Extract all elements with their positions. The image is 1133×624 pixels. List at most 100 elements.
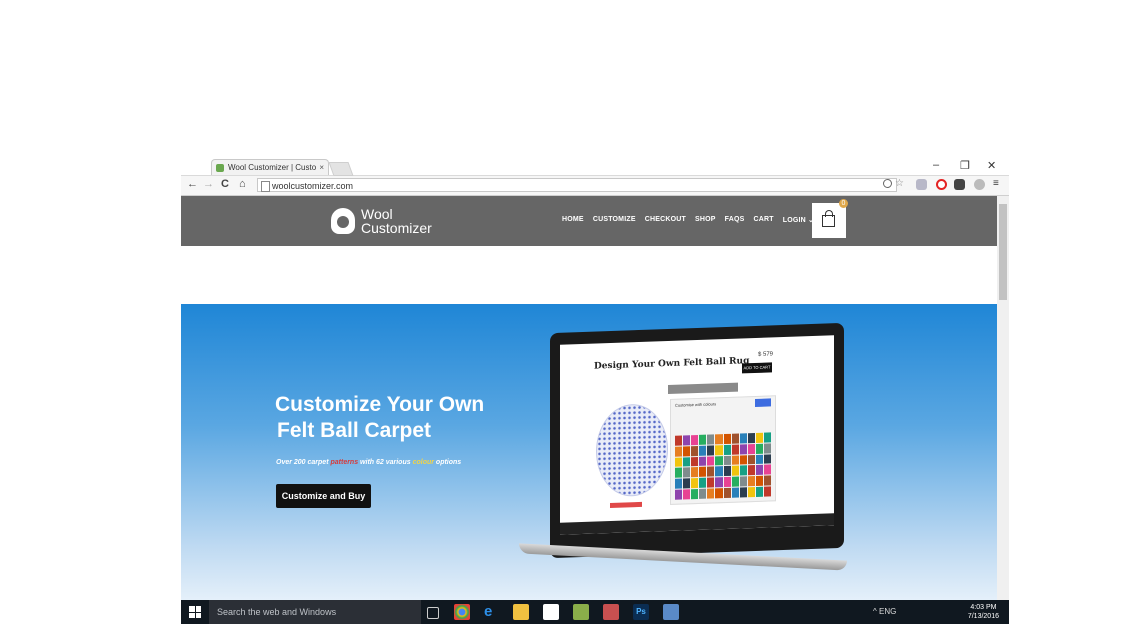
edge-icon[interactable]: e [484, 604, 500, 620]
desktop-screen: Wool Customizer | Custo × – ❐ ✕ ← → C ⌂ … [181, 157, 1009, 624]
back-icon[interactable]: ← [187, 178, 198, 190]
store-icon[interactable] [543, 604, 559, 620]
close-window-button[interactable]: ✕ [987, 159, 996, 172]
colour-swatch [755, 443, 763, 454]
extension-icon[interactable] [974, 179, 985, 190]
colour-swatch [699, 467, 707, 478]
forward-icon[interactable]: → [203, 178, 214, 190]
colour-swatch [683, 456, 691, 467]
colour-swatch [715, 455, 723, 466]
nav-checkout[interactable]: CHECKOUT [645, 216, 686, 224]
star-icon[interactable]: ☆ [895, 179, 906, 190]
nav-customize[interactable]: CUSTOMIZE [593, 216, 636, 224]
nav-login[interactable]: LOGIN ⌄ [783, 216, 814, 224]
reload-icon[interactable]: C [221, 178, 229, 190]
sheep-logo-icon [331, 208, 355, 234]
colour-swatch [763, 475, 771, 486]
colour-swatch [699, 488, 707, 499]
nav-faqs[interactable]: FAQS [725, 216, 745, 224]
menu-icon[interactable]: ≡ [993, 179, 1004, 190]
colour-swatch [715, 466, 723, 477]
colour-swatch [699, 434, 707, 445]
shopping-bag-icon [822, 210, 835, 227]
mockup-panel-button [755, 398, 771, 407]
shield-icon[interactable] [916, 179, 927, 190]
paint-icon[interactable] [603, 604, 619, 620]
mockup-title: Design Your Own Felt Ball Rug [594, 356, 750, 372]
main-nav: HOME CUSTOMIZE CHECKOUT SHOP FAQS CART L… [562, 216, 814, 224]
hero-subtitle: Over 200 carpet patterns with 62 various… [276, 459, 461, 466]
colour-swatch [755, 454, 763, 465]
colour-swatch [747, 476, 755, 487]
colour-swatch [747, 465, 755, 476]
customize-and-buy-button[interactable]: Customize and Buy [276, 484, 371, 508]
tab-title: Wool Customizer | Custo [228, 163, 317, 172]
subtitle-colour: colour [412, 459, 434, 466]
colour-swatch [723, 466, 731, 477]
address-bar[interactable]: woolcustomizer.com [257, 178, 897, 192]
hero-headline-line2: Felt Ball Carpet [277, 419, 432, 442]
task-view-icon[interactable] [427, 607, 439, 619]
vertical-scrollbar[interactable] [997, 196, 1009, 608]
colour-swatch [763, 464, 771, 475]
tab-close-icon[interactable]: × [319, 160, 324, 175]
colour-swatch [723, 433, 731, 444]
colour-swatch [707, 434, 715, 445]
colour-swatch [755, 476, 763, 487]
taskbar-search-box[interactable]: Search the web and Windows [209, 600, 421, 624]
minimize-button[interactable]: – [933, 159, 939, 171]
colour-swatch [747, 443, 755, 454]
colour-swatch [731, 476, 739, 487]
logo-text-line2: Customizer [361, 220, 432, 236]
cart-button[interactable]: 0 [812, 199, 848, 238]
zoom-icon[interactable] [883, 179, 892, 188]
colour-swatch [723, 444, 731, 455]
colour-swatch [731, 444, 739, 455]
clock-date: 7/13/2016 [967, 613, 999, 620]
taskbar-clock[interactable]: 4:03 PM 7/13/2016 [968, 603, 999, 621]
colour-swatch [675, 468, 683, 479]
browser-tab[interactable]: Wool Customizer | Custo × [211, 159, 329, 175]
colour-swatch [699, 445, 707, 456]
windows-start-icon[interactable] [189, 606, 201, 618]
colour-swatch [683, 435, 691, 446]
colour-swatch [739, 465, 747, 476]
felt-ball-rug-preview [596, 403, 668, 498]
opera-icon[interactable] [936, 179, 947, 190]
nav-shop[interactable]: SHOP [695, 216, 716, 224]
chrome-icon[interactable] [454, 604, 470, 620]
file-explorer-icon[interactable] [513, 604, 529, 620]
pocket-icon[interactable] [954, 179, 965, 190]
colour-swatch [747, 432, 755, 444]
home-icon[interactable]: ⌂ [239, 178, 246, 190]
colour-swatch [707, 466, 715, 477]
colour-swatch [675, 457, 683, 468]
restore-button[interactable]: ❐ [960, 159, 970, 172]
colour-swatch [763, 443, 771, 454]
mockup-panel-heading: Customise with colours [675, 401, 717, 408]
colour-swatch [691, 489, 699, 500]
colour-swatch [683, 467, 691, 478]
site-header: Wool Customizer HOME CUSTOMIZE CHECKOUT … [181, 196, 997, 246]
colour-swatch [731, 433, 739, 444]
photoshop-icon[interactable]: Ps [633, 604, 649, 620]
new-tab-button[interactable] [328, 162, 354, 176]
laptop-screen: Design Your Own Felt Ball Rug $ 579 ADD … [560, 335, 834, 535]
laptop-mockup-image: Design Your Own Felt Ball Rug $ 579 ADD … [550, 322, 844, 559]
colour-swatch [731, 455, 739, 466]
colour-swatch [675, 489, 683, 500]
system-tray[interactable]: ^ ENG [873, 607, 896, 616]
colour-swatch [707, 456, 715, 467]
hero-headline-line1: Customize Your Own [275, 393, 485, 416]
nav-home[interactable]: HOME [562, 216, 584, 224]
colour-swatch [747, 487, 755, 498]
colour-swatch [707, 445, 715, 456]
mockup-tabs [668, 382, 738, 395]
colour-swatch [675, 478, 683, 489]
nav-cart[interactable]: CART [753, 216, 773, 224]
notepad-icon[interactable] [573, 604, 589, 620]
colour-swatch [683, 489, 691, 500]
mockup-colour-panel: Customise with colours [670, 395, 776, 505]
scrollbar-thumb[interactable] [999, 204, 1007, 300]
image-viewer-icon[interactable] [663, 604, 679, 620]
